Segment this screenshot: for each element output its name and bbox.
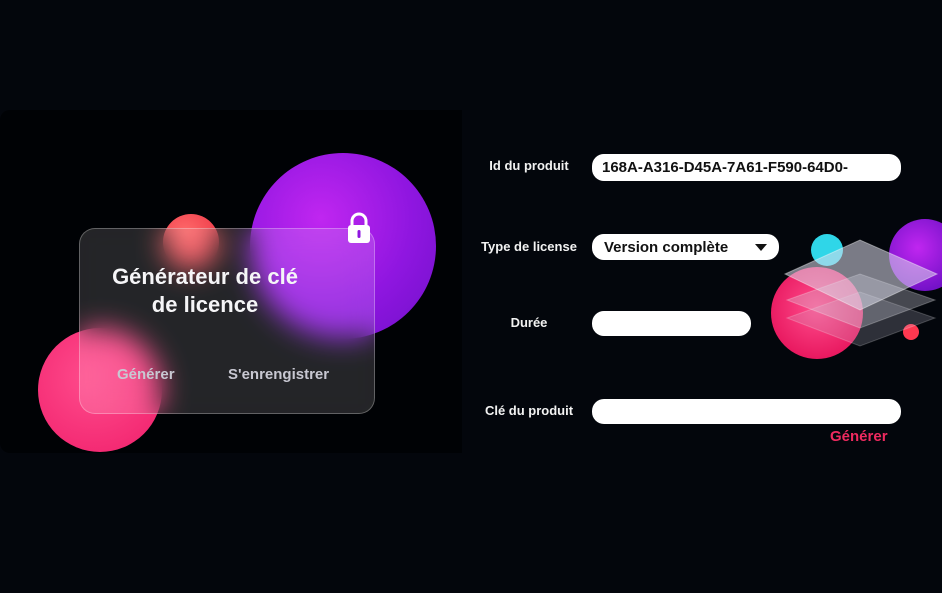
card-title-line2: de licence xyxy=(151,292,259,317)
card-title: Générateur de clé de licence xyxy=(80,263,330,319)
duration-label: Durée xyxy=(510,315,548,330)
card-title-line1: Générateur de clé xyxy=(112,264,298,289)
license-type-select[interactable]: Version complète xyxy=(592,234,779,260)
glass-card: Générateur de clé de licence Générer S'e… xyxy=(79,228,375,414)
duration-field[interactable] xyxy=(592,311,751,336)
license-type-value: Version complète xyxy=(604,238,729,256)
layers-decoration xyxy=(771,219,942,359)
product-key-field[interactable] xyxy=(592,399,901,424)
generate-button[interactable]: Générer xyxy=(830,428,888,445)
left-panel: Générateur de clé de licence Générer S'e… xyxy=(0,110,462,453)
license-type-label: Type de license xyxy=(481,239,577,254)
lock-icon xyxy=(348,212,370,243)
product-key-label: Clé du produit xyxy=(484,403,574,418)
card-register-button[interactable]: S'enrengistrer xyxy=(228,366,329,383)
card-generate-button[interactable]: Générer xyxy=(117,366,175,383)
product-id-label: Id du produit xyxy=(489,158,569,173)
product-id-field[interactable] xyxy=(592,154,901,181)
